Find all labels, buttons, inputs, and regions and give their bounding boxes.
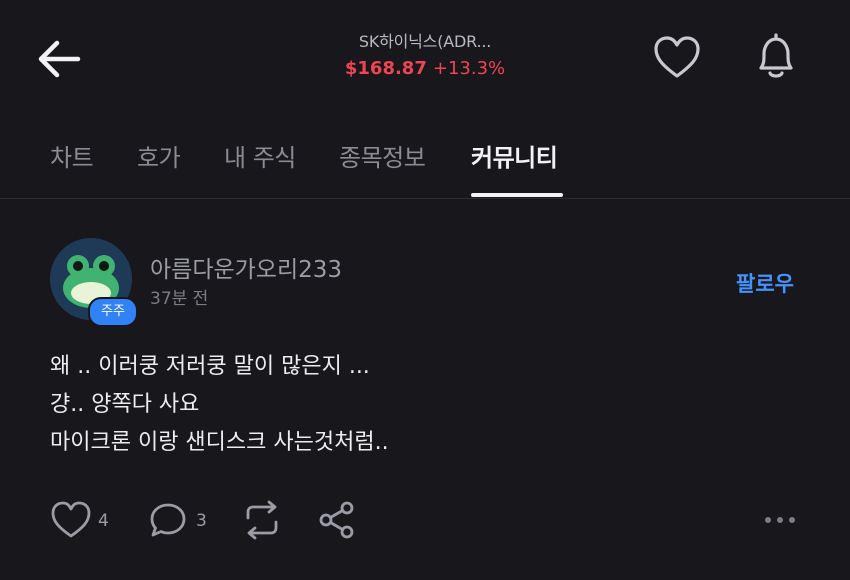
- tab-bar: 차트 호가 내 주식 종목정보 커뮤니티: [0, 132, 850, 199]
- repost-button[interactable]: [240, 500, 284, 540]
- post-line: 왜 .. 이러쿵 저러쿵 말이 많은지 ...: [50, 354, 370, 379]
- comment-button[interactable]: [148, 500, 188, 540]
- author-name[interactable]: 아름다운가오리233: [150, 250, 342, 284]
- tab-community[interactable]: 커뮤니티: [471, 138, 558, 173]
- like-count: 4: [98, 511, 109, 531]
- follow-button[interactable]: 팔로우: [736, 268, 794, 298]
- tab-my-stock[interactable]: 내 주식: [224, 138, 296, 173]
- post-time: 37분 전: [150, 289, 209, 309]
- back-arrow-icon: [38, 40, 81, 78]
- favorite-button[interactable]: [652, 34, 702, 82]
- post-content[interactable]: 왜 .. 이러쿵 저러쿵 말이 많은지 ... 걍.. 양쪽다 사요 마이크론 …: [50, 348, 389, 462]
- back-button[interactable]: [36, 38, 82, 80]
- comment-bubble-icon: [150, 503, 186, 537]
- heart-icon: [51, 501, 91, 538]
- share-button[interactable]: [318, 500, 356, 540]
- like-button[interactable]: [50, 500, 92, 540]
- more-options-button[interactable]: [760, 500, 800, 540]
- active-tab-indicator: [471, 193, 563, 197]
- post-line: 마이크론 이랑 샌디스크 사는것처럼..: [50, 430, 389, 455]
- stock-price: $168.87: [344, 58, 427, 79]
- bell-icon: [759, 33, 793, 78]
- tab-chart[interactable]: 차트: [50, 138, 94, 173]
- tab-orderbook[interactable]: 호가: [137, 138, 181, 173]
- price-change: +13.3%: [432, 58, 506, 79]
- more-dots-icon: [765, 517, 795, 523]
- repost-icon: [246, 500, 278, 540]
- price-row: $168.87 +13.3%: [300, 58, 550, 79]
- heart-icon: [654, 36, 700, 78]
- stock-name: SK하이닉스(ADR...: [358, 32, 492, 51]
- share-icon: [319, 501, 354, 539]
- alert-button[interactable]: [750, 30, 802, 82]
- tab-stock-info[interactable]: 종목정보: [339, 138, 426, 173]
- post-line: 걍.. 양쪽다 사요: [50, 392, 200, 417]
- comment-count: 3: [196, 511, 207, 531]
- shareholder-badge: 주주: [88, 297, 138, 327]
